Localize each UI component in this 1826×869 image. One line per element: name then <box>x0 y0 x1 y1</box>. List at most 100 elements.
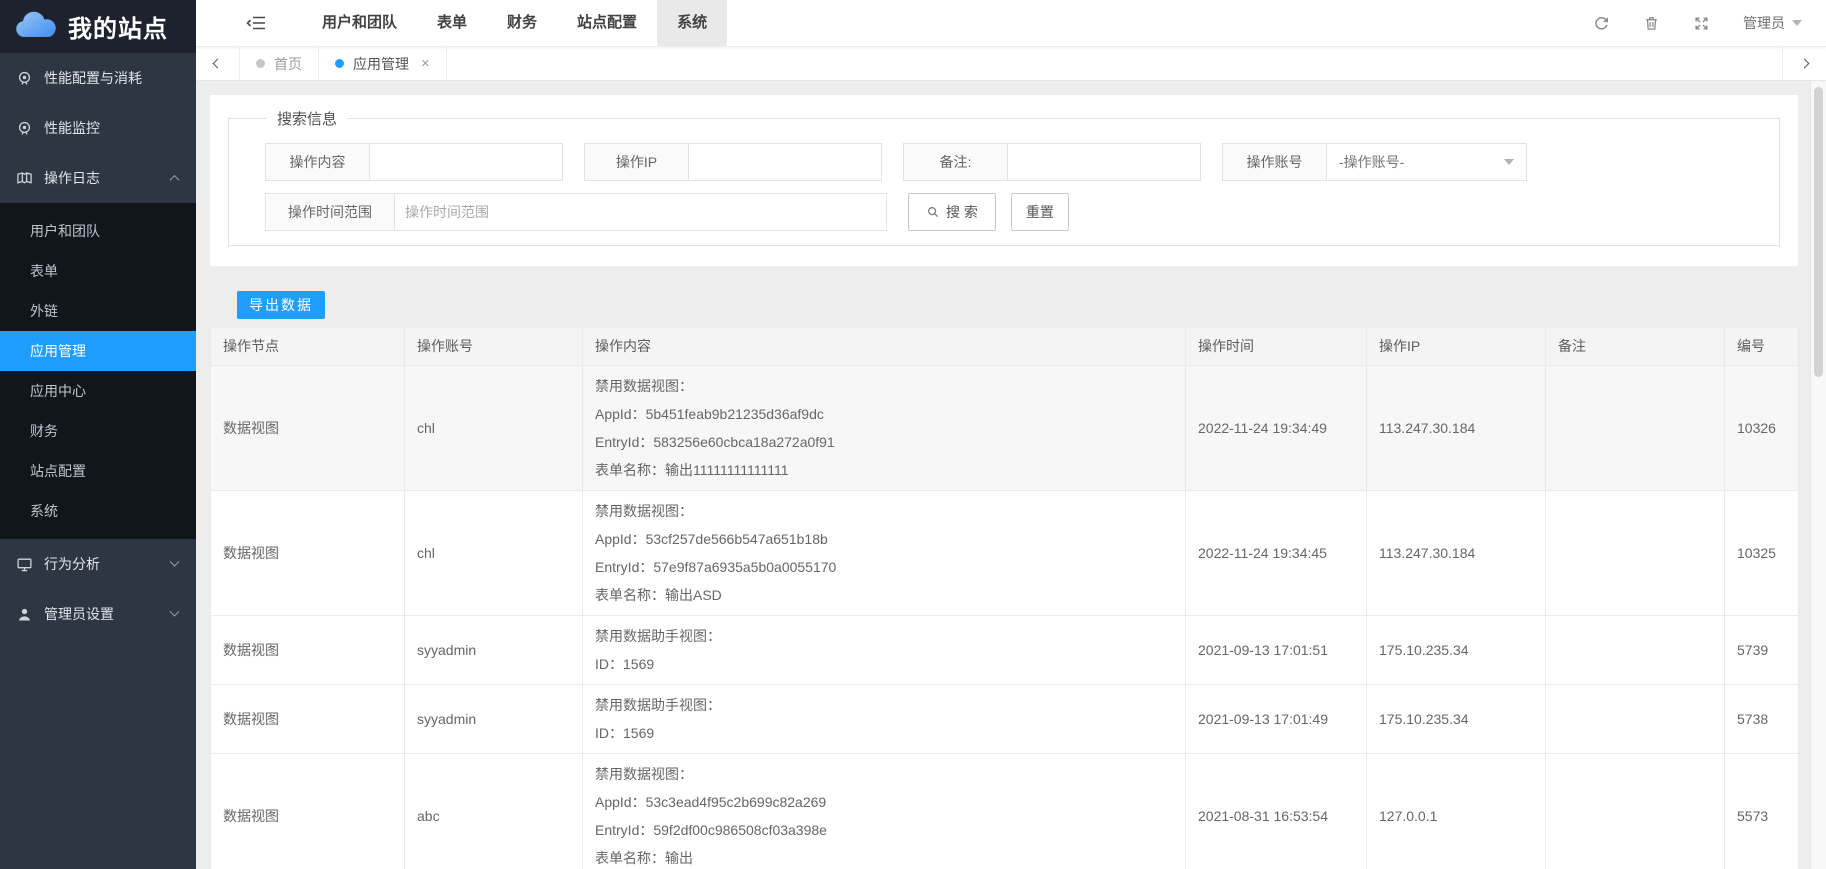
submenu-item-external-links[interactable]: 外链 <box>0 291 196 331</box>
topnav-item-site-config[interactable]: 站点配置 <box>557 0 657 46</box>
cell-account: chl <box>405 365 583 490</box>
search-button[interactable]: 搜 索 <box>908 193 996 231</box>
table-row: 数据视图 chl 禁用数据视图： AppId：5b451feab9b21235d… <box>211 365 1799 490</box>
search-row-1: 操作内容 操作IP 备注: <box>265 143 1759 181</box>
operation-log-submenu: 用户和团队 表单 外链 应用管理 应用中心 财务 站点配置 系统 <box>0 203 196 539</box>
submenu-item-system[interactable]: 系统 <box>0 491 196 531</box>
topnav-item-forms[interactable]: 表单 <box>417 0 487 46</box>
sidebar-item-performance-monitor[interactable]: 性能监控 <box>0 103 196 153</box>
cell-remark <box>1546 365 1725 490</box>
content-line: EntryId：59f2df00c986508cf03a398e <box>595 816 1173 844</box>
broadcast-icon <box>16 120 33 137</box>
remark-input[interactable] <box>1008 143 1201 181</box>
table-header-row: 操作节点 操作账号 操作内容 操作时间 操作IP 备注 编号 <box>211 328 1799 365</box>
content-line: EntryId：583256e60cbca18a272a0f91 <box>595 428 1173 456</box>
export-data-button[interactable]: 导出数据 <box>237 291 325 319</box>
field-operation-ip: 操作IP <box>584 143 882 181</box>
cell-account: abc <box>405 753 583 869</box>
time-range-input[interactable] <box>395 193 887 231</box>
content-line: 表单名称：输出ASD <box>595 581 1173 609</box>
submenu-item-site-config[interactable]: 站点配置 <box>0 451 196 491</box>
fullscreen-icon[interactable] <box>1693 15 1710 32</box>
operation-content-input[interactable] <box>370 143 563 181</box>
sidebar-item-label: 行为分析 <box>44 554 100 574</box>
search-fieldset: 搜索信息 操作内容 操作IP 备注: <box>228 108 1780 246</box>
cell-content: 禁用数据视图： AppId：53c3ead4f95c2b699c82a269 E… <box>583 753 1186 869</box>
tab-home[interactable]: 首页 <box>240 47 319 80</box>
sidebar-item-label: 性能监控 <box>44 118 100 138</box>
cell-id: 5739 <box>1725 615 1799 684</box>
tab-dot <box>335 59 344 68</box>
top-bar: 用户和团队 表单 财务 站点配置 系统 管理员 <box>196 0 1826 47</box>
reset-button-label: 重置 <box>1026 202 1054 222</box>
reset-button[interactable]: 重置 <box>1011 193 1069 231</box>
chevron-down-icon <box>170 606 180 616</box>
topnav-item-finance[interactable]: 财务 <box>487 0 557 46</box>
content-line: 禁用数据视图： <box>595 760 1173 788</box>
main-area: 用户和团队 表单 财务 站点配置 系统 管理员 <box>196 0 1826 869</box>
submenu-item-app-center[interactable]: 应用中心 <box>0 371 196 411</box>
logo[interactable]: 我的站点 <box>0 0 196 53</box>
refresh-icon[interactable] <box>1593 15 1610 32</box>
user-menu[interactable]: 管理员 <box>1743 13 1802 33</box>
site-title: 我的站点 <box>68 9 168 44</box>
time-range-label: 操作时间范围 <box>265 193 395 231</box>
scrollbar-thumb[interactable] <box>1814 87 1823 377</box>
field-time-range: 操作时间范围 <box>265 193 887 231</box>
cell-remark <box>1546 753 1725 869</box>
collapse-sidebar-icon[interactable] <box>246 15 266 31</box>
cell-time: 2022-11-24 19:34:49 <box>1186 365 1367 490</box>
sidebar-item-admin-settings[interactable]: 管理员设置 <box>0 589 196 639</box>
operation-log-table: 操作节点 操作账号 操作内容 操作时间 操作IP 备注 编号 数 <box>210 328 1799 869</box>
log-table-section: 导出数据 操作节点 操作账号 操作内容 操作时间 <box>210 280 1798 869</box>
sidebar-item-label: 管理员设置 <box>44 604 114 624</box>
vertical-scrollbar[interactable] <box>1810 81 1826 869</box>
logbook-icon <box>16 170 33 187</box>
topnav-item-users-teams[interactable]: 用户和团队 <box>302 0 417 46</box>
cell-remark <box>1546 615 1725 684</box>
sidebar-nav: 性能配置与消耗 性能监控 操作日志 用户和团队 <box>0 53 196 639</box>
chevron-up-icon <box>170 174 180 184</box>
caret-down-icon <box>1792 20 1802 26</box>
content-line: AppId：53c3ead4f95c2b699c82a269 <box>595 788 1173 816</box>
content-line: 禁用数据视图： <box>595 497 1173 525</box>
tabs-scroll-left-button[interactable] <box>196 47 240 80</box>
cell-content: 禁用数据助手视图： ID：1569 <box>583 615 1186 684</box>
col-header-remark: 备注 <box>1546 328 1725 365</box>
sidebar-item-behavior-analysis[interactable]: 行为分析 <box>0 539 196 589</box>
content-line: 禁用数据视图： <box>595 372 1173 400</box>
col-header-time: 操作时间 <box>1186 328 1367 365</box>
table-row: 数据视图 abc 禁用数据视图： AppId：53c3ead4f95c2b699… <box>211 753 1799 869</box>
sidebar-item-performance-config[interactable]: 性能配置与消耗 <box>0 53 196 103</box>
operation-ip-input[interactable] <box>689 143 882 181</box>
chevron-left-icon <box>213 59 223 69</box>
sidebar-item-operation-log[interactable]: 操作日志 <box>0 153 196 203</box>
cell-node: 数据视图 <box>211 490 405 615</box>
cell-account: syyadmin <box>405 615 583 684</box>
col-header-ip: 操作IP <box>1367 328 1546 365</box>
topnav-item-system[interactable]: 系统 <box>657 0 727 46</box>
search-button-label: 搜 索 <box>946 202 978 222</box>
tab-label: 应用管理 <box>353 54 409 74</box>
cell-id: 10325 <box>1725 490 1799 615</box>
submenu-item-finance[interactable]: 财务 <box>0 411 196 451</box>
tab-dot <box>256 59 265 68</box>
search-row-2: 操作时间范围 搜 索 重置 <box>265 193 1759 231</box>
search-panel: 搜索信息 操作内容 操作IP 备注: <box>210 95 1798 266</box>
cell-id: 5738 <box>1725 684 1799 753</box>
page-body: 搜索信息 操作内容 操作IP 备注: <box>196 81 1826 869</box>
field-operation-content: 操作内容 <box>265 143 563 181</box>
submenu-item-users-teams[interactable]: 用户和团队 <box>0 211 196 251</box>
cell-content: 禁用数据视图： AppId：5b451feab9b21235d36af9dc E… <box>583 365 1186 490</box>
cell-account: chl <box>405 490 583 615</box>
content-line: ID：1569 <box>595 719 1173 747</box>
operation-account-select[interactable]: -操作账号- <box>1327 143 1527 181</box>
submenu-item-forms[interactable]: 表单 <box>0 251 196 291</box>
monitor-icon <box>16 556 33 573</box>
user-name: 管理员 <box>1743 13 1785 33</box>
close-icon[interactable]: × <box>421 56 430 71</box>
tab-app-management[interactable]: 应用管理 × <box>319 47 447 80</box>
submenu-item-app-management[interactable]: 应用管理 <box>0 331 196 371</box>
trash-icon[interactable] <box>1643 15 1660 32</box>
tabs-scroll-right-button[interactable] <box>1782 47 1826 80</box>
